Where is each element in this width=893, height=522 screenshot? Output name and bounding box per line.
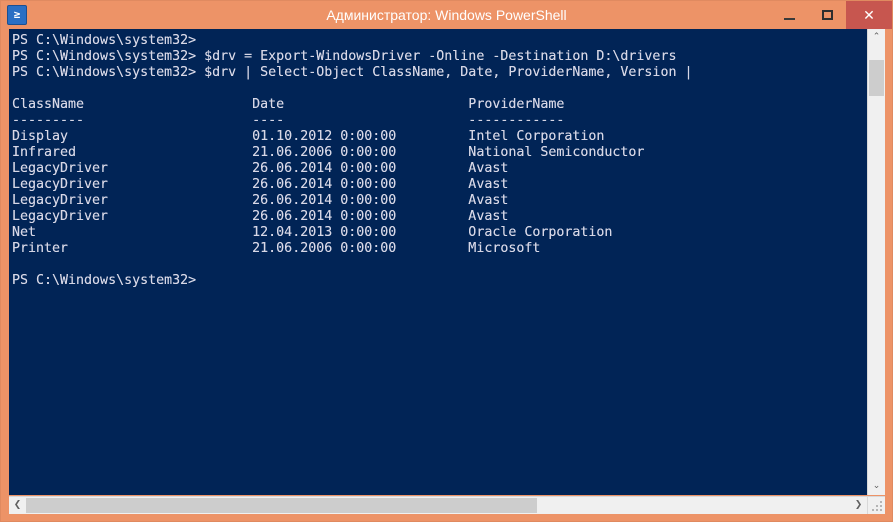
powershell-icon: ≥ <box>7 5 27 25</box>
scroll-up-arrow-icon[interactable]: ⌃ <box>868 29 885 46</box>
vertical-scroll-track[interactable] <box>868 46 885 478</box>
resize-grip-dot <box>880 505 882 507</box>
horizontal-scrollbar[interactable]: ❮ ❯ <box>9 496 867 514</box>
close-icon: ✕ <box>863 7 875 23</box>
maximize-button[interactable] <box>808 1 846 29</box>
resize-grip-dot <box>880 501 882 503</box>
console-output-area[interactable]: PS C:\Windows\system32> PS C:\Windows\sy… <box>9 29 867 495</box>
powershell-icon-glyph: ≥ <box>13 7 21 21</box>
console-text: PS C:\Windows\system32> PS C:\Windows\sy… <box>12 33 693 288</box>
resize-grip-dot <box>876 505 878 507</box>
resize-grip[interactable] <box>867 496 885 514</box>
resize-grip-dot <box>876 509 878 511</box>
horizontal-scroll-track[interactable] <box>26 497 850 514</box>
minimize-icon <box>783 18 795 20</box>
powershell-window: ≥ Администратор: Windows PowerShell ✕ PS… <box>0 0 893 522</box>
window-title: Администратор: Windows PowerShell <box>326 7 567 23</box>
resize-grip-dot <box>880 509 882 511</box>
vertical-scrollbar[interactable]: ⌃ ⌄ <box>867 29 885 495</box>
scroll-right-arrow-icon[interactable]: ❯ <box>850 497 867 514</box>
console-row: PS C:\Windows\system32> PS C:\Windows\sy… <box>9 29 885 495</box>
window-controls: ✕ <box>770 1 892 29</box>
scroll-down-arrow-icon[interactable]: ⌄ <box>868 478 885 495</box>
client-area: PS C:\Windows\system32> PS C:\Windows\sy… <box>1 29 892 521</box>
maximize-icon <box>821 10 833 20</box>
minimize-button[interactable] <box>770 1 808 29</box>
title-bar[interactable]: ≥ Администратор: Windows PowerShell ✕ <box>1 1 892 29</box>
horizontal-scrollbar-row: ❮ ❯ <box>9 496 885 514</box>
scroll-left-arrow-icon[interactable]: ❮ <box>9 497 26 514</box>
close-button[interactable]: ✕ <box>846 1 892 29</box>
vertical-scroll-thumb[interactable] <box>869 60 884 96</box>
horizontal-scroll-thumb[interactable] <box>26 498 537 513</box>
resize-grip-dot <box>872 509 874 511</box>
